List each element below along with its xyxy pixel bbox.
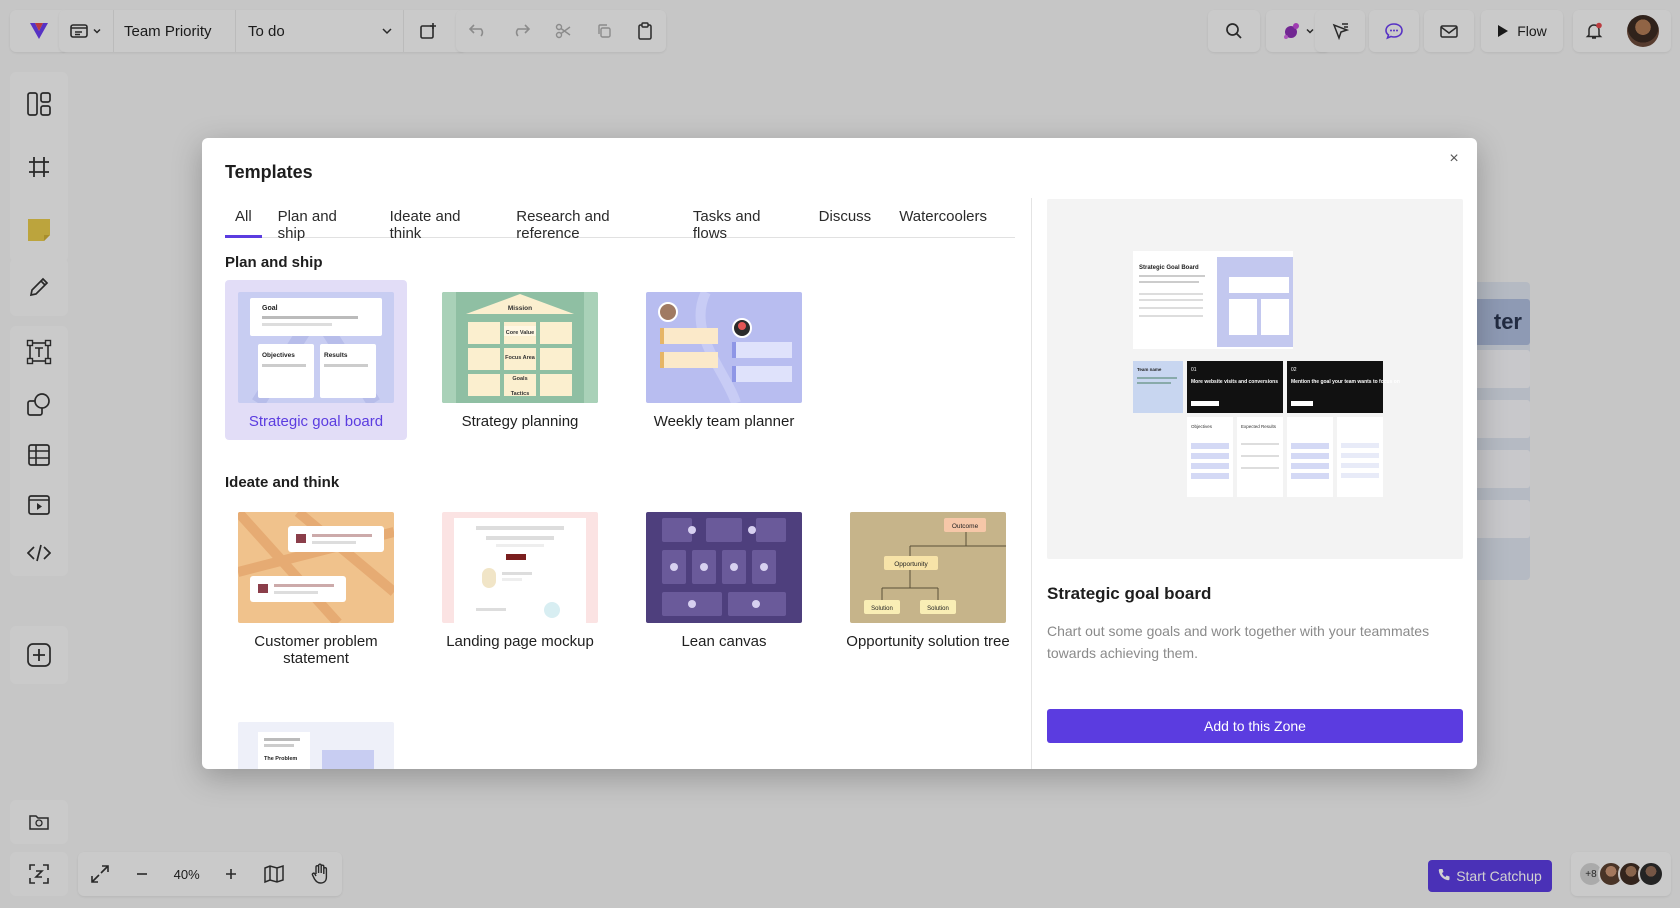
template-thumbnail <box>442 512 598 623</box>
template-thumbnail <box>646 512 802 623</box>
template-thumbnail: Mission Core Value Focus Area Goals Tact… <box>442 292 598 403</box>
thumb-solution-text: Solution <box>871 606 893 612</box>
template-card-landing-page-mockup[interactable]: Landing page mockup <box>429 500 611 670</box>
template-thumbnail: The Problem <box>238 722 394 769</box>
thumb-mission-text: Mission <box>508 305 532 312</box>
tab-tasks-and-flows[interactable]: Tasks and flows <box>693 204 791 242</box>
thumb-outcome-text: Outcome <box>952 523 979 530</box>
tab-plan-and-ship[interactable]: Plan and ship <box>278 204 362 242</box>
preview-num-2: 02 <box>1291 367 1297 373</box>
tab-research-and-reference[interactable]: Research and reference <box>516 204 665 242</box>
tab-ideate-and-think[interactable]: Ideate and think <box>390 204 489 242</box>
preview-mini-heading: Strategic Goal Board <box>1139 265 1199 271</box>
template-card-lean-canvas[interactable]: Lean canvas <box>633 500 815 670</box>
template-thumbnail <box>646 292 802 403</box>
template-thumbnail: Outcome Opportunity Solution Solution <box>850 512 1006 623</box>
template-list[interactable]: Plan and ship Goal Objectives Results St… <box>225 250 1015 769</box>
template-card-label: Opportunity solution tree <box>846 633 1010 650</box>
modal-divider <box>1031 198 1032 769</box>
template-card-label: Weekly team planner <box>653 413 795 430</box>
thumb-problem-text: The Problem <box>264 756 297 762</box>
template-tabs: All Plan and ship Ideate and think Resea… <box>225 204 1015 242</box>
template-card-partial[interactable]: The Problem <box>225 710 407 769</box>
section-heading-plan: Plan and ship <box>225 254 323 271</box>
template-card-strategic-goal-board[interactable]: Goal Objectives Results Strategic goal b… <box>225 280 407 440</box>
template-card-customer-problem-statement[interactable]: Customer problem statement <box>225 500 407 670</box>
preview-team-name: Team name <box>1137 367 1162 372</box>
thumb-goals-text: Goals <box>512 376 527 382</box>
preview-col-objectives: Objectives <box>1191 424 1213 429</box>
template-card-label: Strategic goal board <box>248 413 384 430</box>
template-card-opportunity-solution-tree[interactable]: Outcome Opportunity Solution Solution Op… <box>837 500 1015 670</box>
template-thumbnail: Goal Objectives Results <box>238 292 394 403</box>
preview-card-2: Mention the goal your team wants to focu… <box>1291 379 1400 385</box>
section-heading-ideate: Ideate and think <box>225 474 340 491</box>
template-card-label: Strategy planning <box>461 413 579 430</box>
thumb-opportunity-text: Opportunity <box>894 561 928 568</box>
template-thumbnail <box>238 512 394 623</box>
template-preview: Strategic Goal Board Team name 01 More w… <box>1047 199 1463 559</box>
template-card-label: Lean canvas <box>681 633 767 650</box>
add-to-zone-button[interactable]: Add to this Zone <box>1047 709 1463 743</box>
template-card-weekly-team-planner[interactable]: Weekly team planner <box>633 280 815 440</box>
preview-title: Strategic goal board <box>1047 584 1212 603</box>
preview-description: Chart out some goals and work together w… <box>1047 623 1430 661</box>
tab-discuss[interactable]: Discuss <box>819 204 872 238</box>
thumb-focus-area-text: Focus Area <box>505 355 536 361</box>
templates-modal: Templates × All Plan and ship Ideate and… <box>202 138 1477 769</box>
tab-watercoolers[interactable]: Watercoolers <box>899 204 987 238</box>
thumb-results-text: Results <box>324 352 348 359</box>
thumb-solution-text: Solution <box>927 606 949 612</box>
template-card-label: Customer problem statement <box>254 633 378 667</box>
thumb-goal-text: Goal <box>262 305 278 312</box>
preview-col-results: Expected Results <box>1241 424 1277 429</box>
template-card-label: Landing page mockup <box>446 633 594 650</box>
thumb-core-value-text: Core Value <box>506 330 534 336</box>
thumb-tactics-text: Tactics <box>511 391 530 397</box>
thumb-objectives-text: Objectives <box>262 352 295 359</box>
preview-num-1: 01 <box>1191 367 1197 373</box>
tab-all[interactable]: All <box>225 204 262 238</box>
modal-title: Templates <box>225 162 313 182</box>
preview-card-1: More website visits and conversions <box>1191 379 1278 385</box>
close-icon[interactable]: × <box>1445 150 1463 168</box>
template-card-strategy-planning[interactable]: Mission Core Value Focus Area Goals Tact… <box>429 280 611 440</box>
